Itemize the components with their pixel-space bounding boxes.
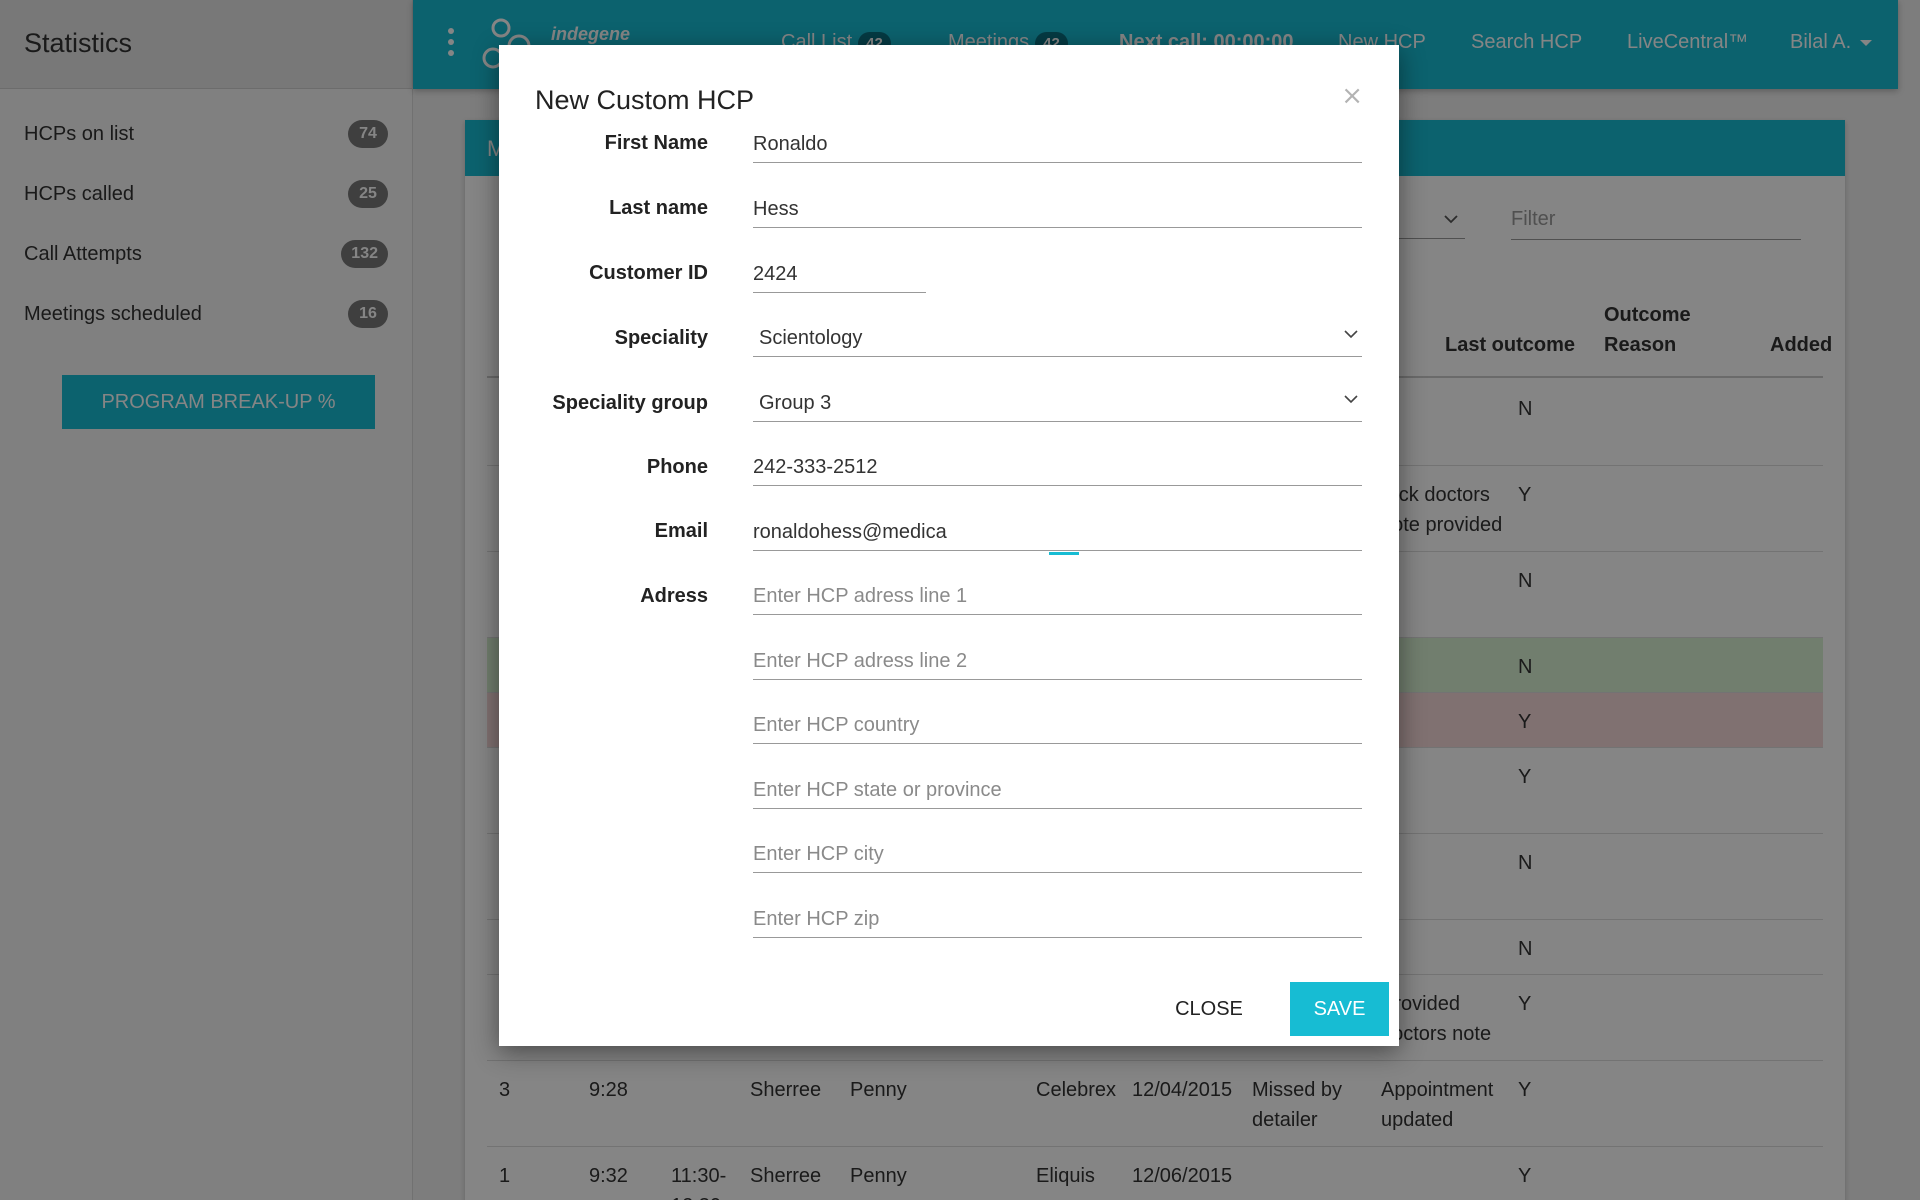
country-field[interactable] (753, 704, 1362, 744)
phone-input[interactable] (753, 446, 1362, 484)
new-custom-hcp-dialog: New Custom HCP × First Name Last name Cu… (499, 45, 1399, 1046)
chevron-down-icon (1344, 395, 1358, 404)
first-name-input[interactable] (753, 123, 1362, 161)
zip-input[interactable] (753, 898, 1362, 936)
speciality-select[interactable]: Scientology (753, 317, 1362, 357)
last-name-label: Last name (609, 197, 708, 219)
speciality-label: Speciality (614, 327, 708, 349)
email-field[interactable] (753, 511, 1362, 555)
phone-label: Phone (646, 456, 708, 478)
last-name-input[interactable] (753, 188, 1362, 226)
last-name-field[interactable] (753, 188, 1362, 228)
first-name-field[interactable] (753, 123, 1362, 163)
phone-field[interactable] (753, 446, 1362, 486)
speciality-group-label: Speciality group (552, 392, 708, 414)
city-input[interactable] (753, 833, 1362, 871)
chevron-down-icon (1344, 330, 1358, 339)
address-line1-field[interactable] (753, 575, 1362, 615)
city-field[interactable] (753, 833, 1362, 873)
customer-id-field[interactable] (753, 253, 926, 293)
speciality-group-value: Group 3 (759, 392, 832, 414)
email-input[interactable] (753, 511, 1362, 549)
focus-indicator (1049, 552, 1079, 555)
address-line1-input[interactable] (753, 575, 1362, 613)
close-button[interactable]: CLOSE (1159, 982, 1259, 1036)
state-field[interactable] (753, 769, 1362, 809)
state-input[interactable] (753, 769, 1362, 807)
address-line2-field[interactable] (753, 640, 1362, 680)
address-line2-input[interactable] (753, 640, 1362, 678)
country-input[interactable] (753, 704, 1362, 742)
customer-id-label: Customer ID (589, 262, 708, 284)
speciality-group-select[interactable]: Group 3 (753, 382, 1362, 422)
customer-id-input[interactable] (753, 253, 926, 291)
speciality-value: Scientology (759, 327, 863, 349)
close-icon[interactable]: × (1341, 81, 1363, 111)
email-label: Email (654, 520, 708, 542)
adress-label: Adress (640, 585, 708, 607)
save-button[interactable]: SAVE (1290, 982, 1389, 1036)
first-name-label: First Name (604, 132, 708, 154)
dialog-title: New Custom HCP (535, 85, 755, 115)
zip-field[interactable] (753, 898, 1362, 938)
